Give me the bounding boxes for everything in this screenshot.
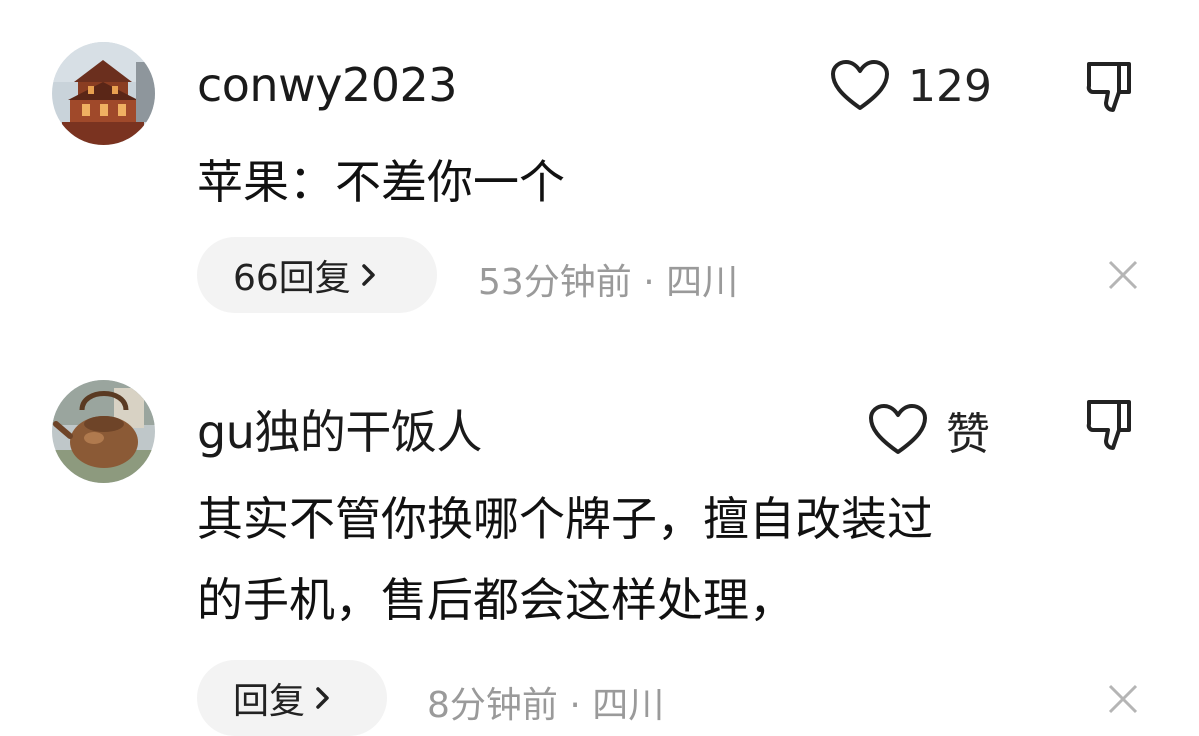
avatar[interactable] [52, 42, 155, 145]
username[interactable]: conwy2023 [197, 58, 458, 112]
comment-text: 苹果：不差你一个 [197, 142, 1147, 223]
timestamp: 53分钟前 [478, 262, 632, 303]
comment-text-line: 的手机，售后都会这样处理， [197, 573, 795, 627]
heart-outline-icon [869, 404, 927, 454]
like-count: 129 [908, 60, 992, 112]
username[interactable]: gu独的干饭人 [197, 396, 482, 462]
chevron-right-icon [362, 264, 375, 286]
location: 四川 [592, 685, 665, 726]
comment-text-line: 苹果：不差你一个 [197, 155, 565, 209]
comment-meta: 53分钟前 · 四川 [478, 253, 738, 305]
reply-button[interactable]: 回复 [197, 660, 387, 736]
heart-outline-icon [831, 60, 889, 110]
comment-meta: 8分钟前 · 四川 [427, 676, 664, 728]
reply-button[interactable]: 66回复 [197, 237, 437, 313]
like-button[interactable]: 129 [830, 60, 992, 112]
reply-label: 回复 [233, 681, 306, 722]
comment-item: conwy2023 129 苹果：不差你一个 66回复 53分钟前 · 四川 [0, 0, 1199, 340]
avatar[interactable] [52, 380, 155, 483]
comment-text: 其实不管你换哪个牌子，擅自改装过 的手机，售后都会这样处理， [197, 479, 1147, 641]
like-button[interactable]: 赞 [868, 398, 990, 462]
comment-text-line: 其实不管你换哪个牌子，擅自改装过 [197, 492, 933, 546]
meta-separator: · [569, 685, 581, 726]
location: 四川 [666, 262, 739, 303]
timestamp: 8分钟前 [427, 685, 558, 726]
meta-separator: · [643, 262, 655, 303]
like-label: 赞 [946, 409, 990, 460]
comment-item: gu独的干饭人 赞 其实不管你换哪个牌子，擅自改装过 的手机，售后都会这样处理，… [0, 360, 1199, 736]
chevron-right-icon [316, 687, 329, 709]
thumbs-down-icon[interactable] [1083, 396, 1141, 454]
close-icon[interactable] [1106, 258, 1140, 292]
thumbs-down-icon[interactable] [1083, 58, 1141, 116]
close-icon[interactable] [1106, 682, 1140, 716]
reply-count-label: 66回复 [233, 258, 351, 299]
